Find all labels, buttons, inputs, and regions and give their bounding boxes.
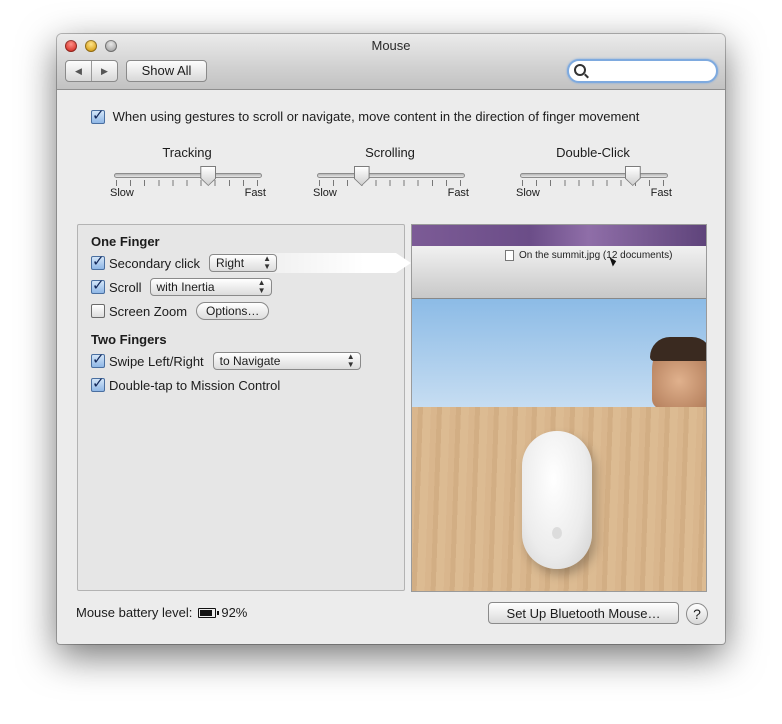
tracking-slider[interactable]: Tracking Slow Fast [110, 145, 266, 205]
double-click-slider[interactable]: Double-Click Slow Fast [516, 145, 672, 205]
scroll-popup[interactable]: with Inertia ▲ ▼ [149, 278, 272, 296]
back-arrow-icon[interactable]: ◀ [66, 61, 92, 81]
scroll-row: Scroll with Inertia ▲▼ [91, 276, 391, 297]
two-fingers-heading: Two Fingers [91, 332, 167, 347]
slider-min-label: Slow [516, 187, 540, 199]
swipe-label: Swipe Left/Right [109, 353, 204, 369]
battery-label: Mouse battery level: [76, 605, 193, 620]
secondary-click-checkbox[interactable] [91, 252, 105, 270]
swipe-row: Swipe Left/Right to Navigate ▲▼ [91, 350, 391, 371]
gesture-options-panel: One Finger Secondary click Right ▲▼ Scro… [77, 224, 411, 591]
document-caption-text: On the summit.jpg (12 documents) [519, 250, 673, 261]
battery-percent: 92% [221, 605, 248, 620]
screen-zoom-options-button[interactable]: Options… [196, 302, 270, 320]
slider-max-label: Fast [650, 187, 672, 199]
search-field[interactable] [567, 59, 718, 83]
slider-ticks [522, 180, 664, 186]
scroll-checkbox[interactable] [91, 276, 105, 294]
slider-max-label: Fast [244, 187, 266, 199]
screen-zoom-checkbox[interactable] [91, 304, 105, 318]
natural-scroll-row: When using gestures to scroll or navigat… [91, 106, 725, 125]
double-tap-row: Double-tap to Mission Control [91, 374, 391, 395]
back-forward-control: ◀ ▶ [65, 60, 118, 82]
natural-scroll-checkbox[interactable] [91, 106, 105, 124]
scroll-label: Scroll [109, 279, 142, 295]
scroll-value: with Inertia [156, 280, 215, 294]
secondary-click-label: Secondary click [109, 255, 201, 271]
swipe-popup[interactable]: to Navigate ▲ ▼ [212, 352, 361, 370]
slider-title: Double-Click [556, 145, 630, 160]
slider-title: Scrolling [365, 145, 415, 160]
mouse-preferences-window: Mouse ◀ ▶ Show All When using gestures t… [57, 34, 725, 644]
secondary-click-value: Right [216, 256, 245, 270]
secondary-click-popup[interactable]: Right ▲ ▼ [209, 254, 278, 272]
title-bar: Mouse ◀ ▶ Show All [57, 34, 725, 90]
window-title: Mouse [371, 38, 411, 53]
document-icon [505, 250, 514, 261]
scrolling-slider[interactable]: Scrolling Slow Fast [313, 145, 469, 205]
battery-icon [198, 607, 220, 618]
natural-scroll-label: When using gestures to scroll or navigat… [112, 109, 640, 125]
search-input[interactable] [589, 62, 713, 80]
preview-desktop-strip [412, 225, 706, 246]
slider-track[interactable] [114, 173, 262, 178]
secondary-click-row[interactable]: Secondary click Right ▲▼ [78, 252, 411, 273]
popup-arrows-icon: ▲ ▼ [257, 278, 266, 295]
forward-arrow-icon[interactable]: ▶ [92, 61, 117, 81]
screen-zoom-label: Screen Zoom [109, 303, 188, 319]
setup-bluetooth-mouse-button[interactable]: Set Up Bluetooth Mouse… [488, 602, 679, 624]
help-button[interactable]: ? [686, 603, 708, 625]
slider-max-label: Fast [447, 187, 469, 199]
slider-title: Tracking [162, 145, 212, 160]
search-icon [574, 64, 586, 76]
slider-min-label: Slow [313, 187, 337, 199]
popup-arrows-icon: ▲ ▼ [263, 254, 272, 271]
slider-min-label: Slow [110, 187, 134, 199]
slider-ticks [116, 180, 258, 186]
one-finger-heading: One Finger [91, 234, 160, 249]
preview-document-caption: On the summit.jpg (12 documents) [505, 250, 672, 261]
preview-person-hair [650, 337, 706, 361]
show-all-button[interactable]: Show All [126, 60, 207, 82]
screen-zoom-row: Screen Zoom Options… [91, 301, 391, 321]
slider-ticks [319, 180, 461, 186]
slider-track[interactable] [520, 173, 668, 178]
double-tap-label: Double-tap to Mission Control [109, 377, 281, 393]
battery-fill [200, 609, 213, 616]
apple-logo-icon [552, 527, 562, 539]
swipe-checkbox[interactable] [91, 350, 105, 368]
double-tap-checkbox[interactable] [91, 374, 105, 392]
slider-track[interactable] [317, 173, 465, 178]
popup-arrows-icon: ▲ ▼ [346, 352, 355, 369]
battery-status: Mouse battery level: 92% [76, 605, 247, 620]
swipe-value: to Navigate [219, 354, 281, 368]
magic-mouse-image [522, 431, 592, 569]
preview-document-stack: On the summit.jpg (12 documents) [412, 246, 706, 299]
gesture-preview-video: On the summit.jpg (12 documents) [411, 224, 707, 592]
